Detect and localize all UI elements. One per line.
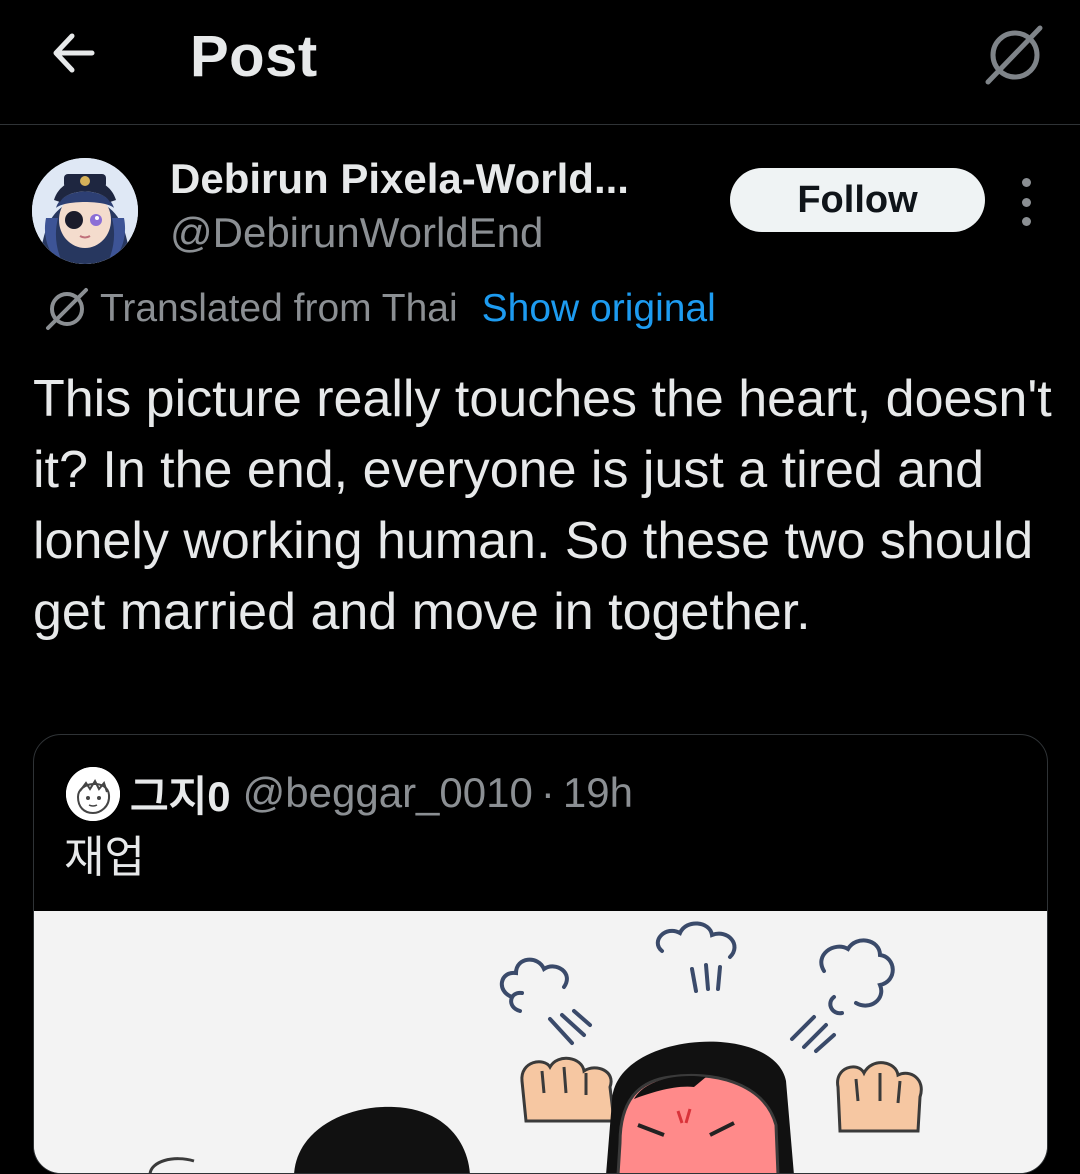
quote-text: 재업 — [64, 833, 145, 882]
more-vertical-icon — [1021, 178, 1031, 187]
quote-header: 그지0 @beggar_0010 · 19h — [130, 765, 633, 821]
quote-handle[interactable]: @beggar_0010 — [243, 769, 533, 817]
quote-display-name[interactable]: 그지0 — [130, 763, 231, 824]
avatar-anime-character — [32, 158, 138, 264]
arrow-left-icon — [53, 33, 95, 73]
translation-label: Translated from Thai — [100, 287, 458, 330]
post-text: This picture really touches the heart, d… — [33, 370, 1052, 641]
author-display-name[interactable]: Debirun Pixela-World... — [170, 153, 629, 205]
avatar-sketch-icon — [66, 767, 120, 821]
more-options-button[interactable] — [1006, 178, 1046, 226]
translate-button[interactable] — [982, 22, 1048, 88]
back-button[interactable] — [40, 22, 106, 84]
author-handle[interactable]: @DebirunWorldEnd — [170, 207, 543, 259]
cartoon-illustration — [34, 911, 1047, 1173]
quote-avatar[interactable] — [66, 767, 120, 821]
quote-image[interactable] — [34, 911, 1047, 1173]
top-bar: Post — [0, 0, 1080, 125]
quote-timestamp[interactable]: 19h — [563, 769, 633, 817]
show-original-link[interactable]: Show original — [482, 287, 716, 331]
translate-icon — [46, 288, 88, 330]
quoted-post[interactable]: 그지0 @beggar_0010 · 19h 재업 — [33, 734, 1048, 1174]
follow-button[interactable]: Follow — [730, 168, 985, 232]
page-title: Post — [190, 24, 318, 89]
author-avatar[interactable] — [32, 158, 138, 264]
translation-notice: Translated from Thai Show original — [44, 282, 716, 336]
translate-icon — [985, 25, 1043, 85]
quote-separator: · — [540, 769, 555, 816]
